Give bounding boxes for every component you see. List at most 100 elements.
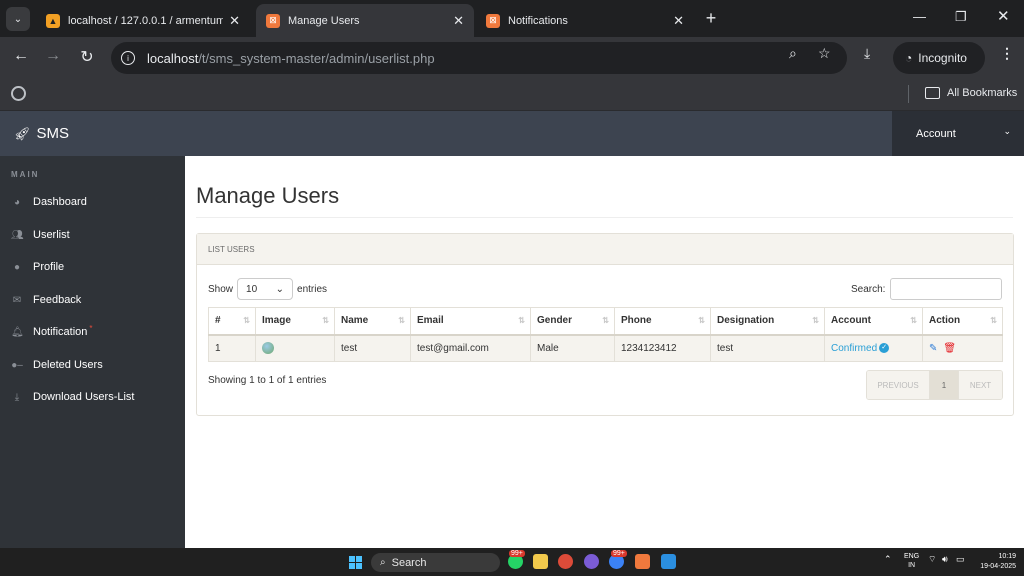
edit-pencil-icon[interactable]: ✎ bbox=[929, 343, 937, 354]
address-input[interactable]: i localhost/t/sms_system-master/admin/us… bbox=[111, 42, 847, 74]
sidebar-section-label: MAIN bbox=[11, 170, 40, 179]
xampp-icon[interactable] bbox=[635, 554, 650, 569]
tab-phpmyadmin[interactable]: ▲ localhost / 127.0.0.1 / armentum / ✕ bbox=[36, 4, 250, 37]
language-indicator[interactable]: ENG IN bbox=[904, 552, 919, 570]
zoom-search-icon[interactable]: ⌕ bbox=[789, 45, 797, 62]
download-icon: ⤓ bbox=[14, 391, 20, 403]
restore-icon[interactable]: ❐ bbox=[955, 9, 967, 25]
user-avatar bbox=[262, 342, 274, 355]
app-header: 🚀︎ SMS Account ⌄ bbox=[0, 111, 1024, 156]
check-circle-icon: ✓ bbox=[879, 343, 890, 354]
column-header-action[interactable]: Action ⇅ bbox=[922, 307, 1003, 336]
column-header-gender[interactable]: Gender ⇅ bbox=[530, 307, 615, 336]
cell-image bbox=[255, 334, 335, 362]
entries-select[interactable]: 10 ⌄ bbox=[237, 278, 294, 300]
column-header-account[interactable]: Account ⇅ bbox=[824, 307, 923, 336]
search-input[interactable] bbox=[890, 278, 1003, 300]
browser-tab-strip: ⌄ ▲ localhost / 127.0.0.1 / armentum / ✕… bbox=[0, 0, 1024, 37]
windows-start-icon[interactable] bbox=[349, 556, 362, 569]
next-page-button[interactable]: NEXT bbox=[959, 371, 1002, 399]
folder-icon bbox=[925, 87, 940, 99]
previous-page-button[interactable]: PREVIOUS bbox=[867, 371, 930, 399]
battery-icon[interactable]: ▭ bbox=[956, 554, 965, 565]
chevron-down-icon: ⌄ bbox=[13, 13, 23, 25]
more-menu-icon[interactable]: ⋮ bbox=[1000, 45, 1014, 62]
tab-notifications[interactable]: ⊠ Notifications ✕ bbox=[476, 4, 694, 37]
phpmyadmin-icon: ▲ bbox=[46, 13, 60, 28]
column-header-email[interactable]: Email ⇅ bbox=[410, 307, 531, 336]
globe-icon[interactable] bbox=[11, 86, 26, 101]
wifi-icon[interactable]: ⌔ bbox=[928, 554, 936, 565]
trash-icon[interactable]: 🗑︎ bbox=[943, 343, 956, 354]
user-minus-icon: ●– bbox=[11, 359, 23, 371]
cell-num: 1 bbox=[208, 334, 256, 362]
column-header-num[interactable]: # ⇅ bbox=[208, 307, 256, 336]
column-header-name[interactable]: Name ⇅ bbox=[334, 307, 411, 336]
vscode-icon[interactable] bbox=[661, 554, 676, 569]
close-icon[interactable]: ✕ bbox=[673, 13, 684, 29]
window-close-icon[interactable]: ✕ bbox=[997, 7, 1010, 25]
taskbar-search[interactable]: ⌕ Search bbox=[371, 553, 500, 572]
sort-icon: ⇅ bbox=[518, 316, 525, 325]
table-info: Showing 1 to 1 of 1 entries bbox=[208, 375, 327, 386]
sidebar-item-userlist[interactable]: 👥︎ Userlist bbox=[0, 220, 185, 250]
minimize-icon[interactable]: — bbox=[913, 9, 926, 24]
address-toolbar: ← → ↻ i localhost/t/sms_system-master/ad… bbox=[0, 37, 1024, 79]
column-header-phone[interactable]: Phone ⇅ bbox=[614, 307, 711, 336]
sidebar-item-dashboard[interactable]: ◕ Dashboard bbox=[0, 187, 185, 217]
notification-count-badge-2: 99+ bbox=[611, 550, 627, 557]
column-header-image[interactable]: Image ⇅ bbox=[255, 307, 335, 336]
xampp-icon: ⊠ bbox=[486, 13, 500, 28]
chevron-down-icon: ⌄ bbox=[275, 283, 285, 295]
sort-icon: ⇅ bbox=[698, 316, 705, 325]
bookmarks-divider bbox=[908, 85, 909, 103]
sidebar: MAIN ◕ Dashboard 👥︎ Userlist ● Profile ✉… bbox=[0, 156, 185, 548]
volume-icon[interactable]: 🔊︎ bbox=[942, 554, 948, 565]
sidebar-item-download-users-list[interactable]: ⤓ Download Users-List bbox=[0, 382, 185, 412]
cell-account: Confirmed ✓ bbox=[824, 334, 923, 362]
notification-count-badge: 99+ bbox=[509, 550, 525, 557]
close-icon[interactable]: ✕ bbox=[453, 13, 464, 29]
reload-icon[interactable]: ↻ bbox=[76, 47, 98, 67]
file-explorer-icon[interactable] bbox=[533, 554, 548, 569]
entries-length-control: Show 10 ⌄ entries bbox=[208, 278, 327, 300]
forward-icon[interactable]: → bbox=[42, 47, 64, 65]
users-table: # ⇅ Image ⇅ Name ⇅ Email ⇅ Gender ⇅ Phone ⇅ De… bbox=[208, 307, 1003, 362]
chrome-icon[interactable] bbox=[558, 554, 573, 569]
tab-search-button[interactable]: ⌄ bbox=[6, 7, 30, 31]
panel-heading: LIST USERS bbox=[197, 234, 1013, 265]
table-row: 1 test test@gmail.com Male 1234123412 te… bbox=[208, 334, 1003, 362]
cell-email: test@gmail.com bbox=[410, 334, 531, 362]
search-icon: ⌕ bbox=[380, 557, 386, 568]
chevron-up-icon[interactable]: ⌃ bbox=[884, 554, 892, 565]
incognito-indicator[interactable]: ◔ Incognito bbox=[893, 42, 985, 74]
site-info-icon[interactable]: i bbox=[121, 51, 135, 65]
all-bookmarks-button[interactable]: All Bookmarks bbox=[925, 87, 1017, 99]
sort-icon: ⇅ bbox=[398, 316, 405, 325]
system-clock[interactable]: 10:19 19-04-2025 bbox=[972, 552, 1016, 572]
bookmark-star-icon[interactable]: ☆ bbox=[818, 45, 831, 62]
column-header-designation[interactable]: Designation ⇅ bbox=[710, 307, 825, 336]
sort-icon: ⇅ bbox=[990, 316, 997, 325]
sidebar-item-deleted-users[interactable]: ●– Deleted Users bbox=[0, 350, 185, 380]
cell-phone: 1234123412 bbox=[614, 334, 711, 362]
sidebar-item-profile[interactable]: ● Profile bbox=[0, 252, 185, 282]
tab-manage-users[interactable]: ⊠ Manage Users ✕ bbox=[256, 4, 474, 37]
brand-link[interactable]: 🚀︎ SMS bbox=[14, 125, 69, 142]
close-icon[interactable]: ✕ bbox=[229, 13, 240, 29]
download-icon[interactable]: ⤓ bbox=[864, 45, 870, 62]
page-1-button[interactable]: 1 bbox=[930, 371, 959, 399]
chrome-canary-icon[interactable] bbox=[584, 554, 599, 569]
xampp-icon: ⊠ bbox=[266, 13, 280, 28]
sidebar-item-notification[interactable]: 🔔︎ Notification * bbox=[0, 317, 185, 347]
account-dropdown[interactable]: Account ⌄ bbox=[892, 111, 1024, 156]
back-icon[interactable]: ← bbox=[10, 47, 32, 65]
cell-gender: Male bbox=[530, 334, 615, 362]
bell-icon: 🔔︎ bbox=[11, 326, 24, 338]
account-status-link[interactable]: Confirmed bbox=[831, 343, 877, 354]
incognito-icon: ◔ bbox=[905, 51, 913, 65]
sidebar-item-feedback[interactable]: ✉ Feedback bbox=[0, 285, 185, 315]
new-tab-button[interactable]: + bbox=[701, 8, 721, 28]
sort-icon: ⇅ bbox=[910, 316, 917, 325]
dashboard-icon: ◕ bbox=[13, 196, 21, 208]
